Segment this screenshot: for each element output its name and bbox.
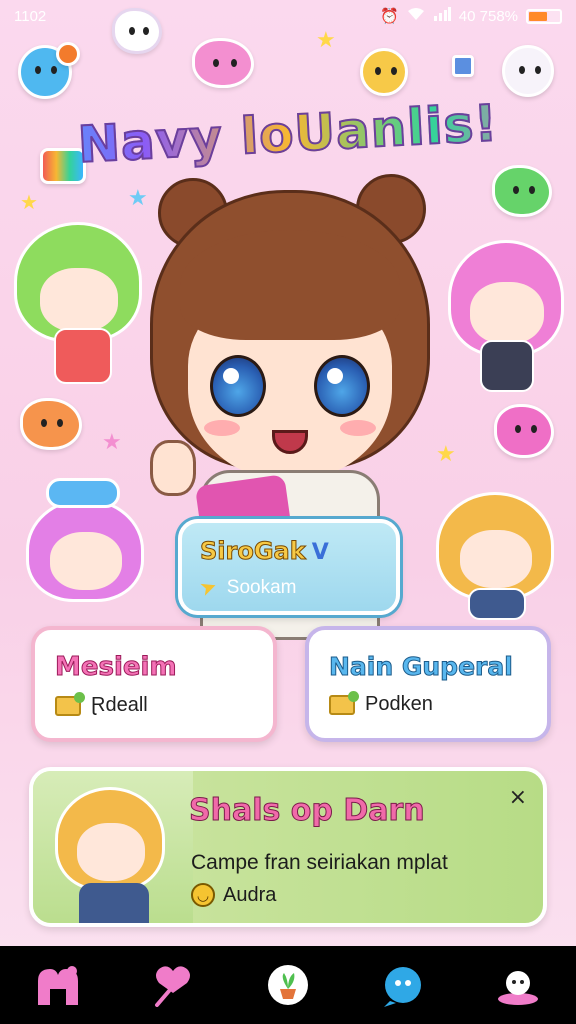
bottom-nav <box>0 946 576 1024</box>
blue-bow-icon <box>46 478 120 508</box>
menu-card-title: Mesieim <box>55 652 178 683</box>
status-bar: 1102 ⏰ 40 758% <box>0 0 576 32</box>
bow-hair-character <box>18 476 148 622</box>
star-icon: ★ <box>102 430 122 455</box>
green-hair-character <box>14 222 142 392</box>
folder-icon <box>55 691 85 716</box>
ghost-sticker <box>112 8 162 54</box>
star-icon: ★ <box>316 28 336 53</box>
bubble-icon <box>384 967 422 1007</box>
profile-card[interactable]: SiroGak V ➤ Sookam <box>178 519 400 615</box>
profile-icon <box>498 971 539 1005</box>
pink-cat-sticker <box>192 38 254 88</box>
blonde-bun-character <box>432 482 560 624</box>
white-face-sticker <box>502 45 554 97</box>
banner-image <box>33 771 193 923</box>
star-icon: ★ <box>20 190 38 214</box>
menu-card-nain-guperal[interactable]: Nain Guperal Podken <box>305 626 551 742</box>
home-icon <box>37 966 78 1005</box>
nav-profile-button[interactable] <box>492 959 544 1011</box>
smile-icon: ◡ <box>191 883 215 907</box>
menu-card-row: Podken <box>329 690 527 716</box>
verified-icon: V <box>311 540 329 565</box>
nav-home-button[interactable] <box>32 959 84 1011</box>
plant-icon <box>267 965 308 1005</box>
orange-blob-sticker <box>20 398 82 450</box>
pink-hair-character <box>448 240 566 396</box>
alarm-icon: ⏰ <box>380 8 399 25</box>
green-blob-sticker <box>492 165 552 217</box>
heart-wand-icon <box>154 966 190 1007</box>
app-screen: 1102 ⏰ 40 758% ★ ★ ★ ★ ★ Navy loUanlis! … <box>0 0 576 1024</box>
profile-subtitle: ➤ Sookam <box>196 574 297 602</box>
pink-blob-sticker <box>494 404 554 458</box>
close-icon[interactable]: × <box>509 785 527 810</box>
send-icon: ➤ <box>196 574 221 602</box>
banner-title: Shals op Darn <box>189 793 426 829</box>
signal-icon <box>433 7 451 25</box>
banner-body: Campe fran seiriakan mplat <box>191 851 448 874</box>
status-icons: ⏰ 40 758% <box>380 7 562 25</box>
menu-card-title: Nain Guperal <box>329 652 514 682</box>
nav-chat-button[interactable] <box>377 959 429 1011</box>
menu-card-mesieim[interactable]: Mesieim Ɽdeall <box>31 626 277 742</box>
folder-icon <box>329 690 359 715</box>
rocket-sticker <box>452 55 474 77</box>
banner-meta: ◡ Audra <box>191 883 276 907</box>
status-time: 1102 <box>14 7 47 25</box>
battery-percent: 40 758% <box>458 7 518 25</box>
promo-banner[interactable]: × Shals op Darn Campe fran seiriakan mpl… <box>29 767 547 927</box>
menu-card-row: Ɽdeall <box>55 691 253 717</box>
profile-name: SiroGak V <box>200 537 329 566</box>
orange-sticker <box>56 42 80 66</box>
nav-garden-button[interactable] <box>262 959 314 1011</box>
yellow-bear-sticker <box>360 48 408 96</box>
wifi-icon <box>407 7 425 25</box>
battery-icon <box>526 8 562 24</box>
nav-favorites-button[interactable] <box>147 959 199 1011</box>
